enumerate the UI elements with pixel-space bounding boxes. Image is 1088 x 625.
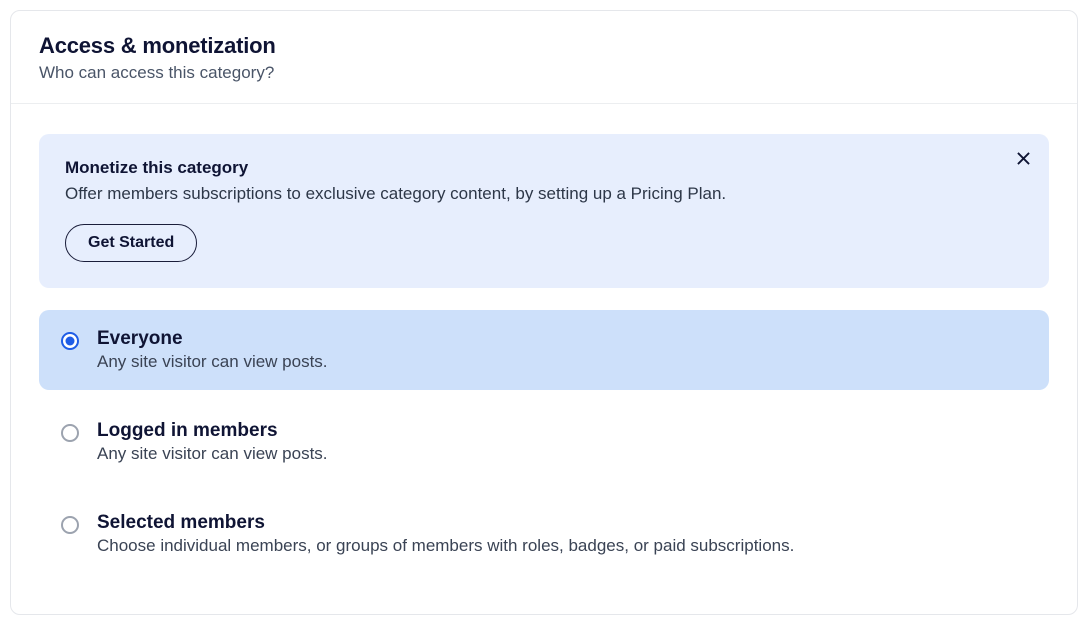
option-title: Logged in members <box>97 420 1027 442</box>
option-text: Everyone Any site visitor can view posts… <box>97 328 1027 372</box>
panel-header: Access & monetization Who can access thi… <box>11 11 1077 104</box>
banner-title: Monetize this category <box>65 158 1023 178</box>
option-text: Selected members Choose individual membe… <box>97 512 1027 556</box>
option-title: Selected members <box>97 512 1027 534</box>
access-option-selected-members[interactable]: Selected members Choose individual membe… <box>39 494 1049 574</box>
page-title: Access & monetization <box>39 33 1049 59</box>
radio-input[interactable] <box>61 516 79 534</box>
option-title: Everyone <box>97 328 1027 350</box>
banner-description: Offer members subscriptions to exclusive… <box>65 184 1023 204</box>
option-description: Choose individual members, or groups of … <box>97 536 1027 556</box>
option-description: Any site visitor can view posts. <box>97 444 1027 464</box>
option-text: Logged in members Any site visitor can v… <box>97 420 1027 464</box>
option-description: Any site visitor can view posts. <box>97 352 1027 372</box>
close-icon[interactable] <box>1013 148 1033 168</box>
page-subtitle: Who can access this category? <box>39 63 1049 83</box>
radio-input[interactable] <box>61 424 79 442</box>
access-monetization-panel: Access & monetization Who can access thi… <box>10 10 1078 615</box>
access-option-everyone[interactable]: Everyone Any site visitor can view posts… <box>39 310 1049 390</box>
monetize-banner: Monetize this category Offer members sub… <box>39 134 1049 288</box>
panel-content: Monetize this category Offer members sub… <box>11 104 1077 614</box>
get-started-button[interactable]: Get Started <box>65 224 197 262</box>
access-option-logged-in-members[interactable]: Logged in members Any site visitor can v… <box>39 402 1049 482</box>
radio-input[interactable] <box>61 332 79 350</box>
